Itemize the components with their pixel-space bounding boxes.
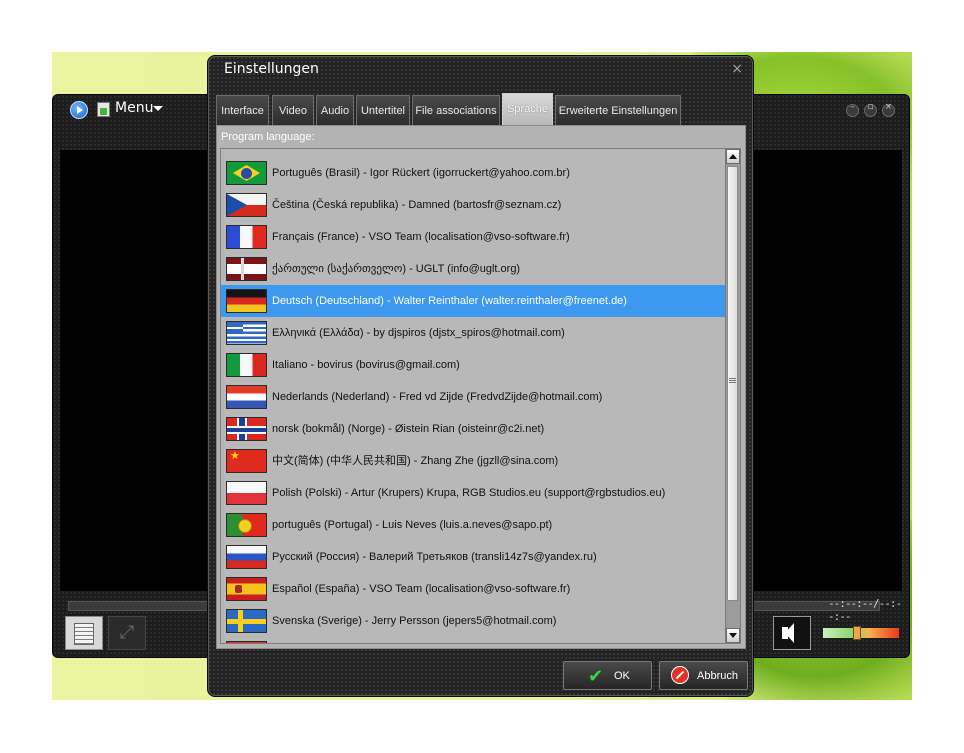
language-label: Čeština (Česká republika) - Damned (bart… bbox=[272, 199, 562, 211]
flag-cn-icon bbox=[226, 449, 267, 473]
flag-gr-icon bbox=[226, 321, 267, 345]
language-label: Français (France) - VSO Team (localisati… bbox=[272, 231, 570, 243]
language-label: norsk (bokmål) (Norge) - Øistein Rian (o… bbox=[272, 423, 545, 435]
minimize-icon[interactable]: – bbox=[846, 102, 859, 117]
player-menu-button[interactable]: Menu bbox=[115, 100, 153, 116]
language-list-item[interactable]: Svenska (Sverige) - Jerry Persson (jeper… bbox=[221, 605, 726, 637]
volume-icon[interactable] bbox=[773, 616, 811, 650]
ok-button[interactable]: ✔ OK bbox=[563, 661, 652, 690]
flag-cz-icon bbox=[226, 193, 267, 217]
language-list-item[interactable]: Ελληνικά (Ελλάδα) - by djspiros (djstx_s… bbox=[221, 317, 726, 349]
scroll-up-icon[interactable] bbox=[726, 149, 740, 164]
language-list-item[interactable]: Polish (Polski) - Artur (Krupers) Krupa,… bbox=[221, 477, 726, 509]
tab-audio[interactable]: Audio bbox=[316, 95, 354, 125]
language-list[interactable]: Português (Brasil) - Igor Rückert (igorr… bbox=[220, 148, 741, 644]
language-label: Русский (Россия) - Валерий Третьяков (tr… bbox=[272, 551, 597, 563]
flag-ge-icon bbox=[226, 257, 267, 281]
close-icon[interactable]: × bbox=[882, 102, 895, 117]
cancel-icon bbox=[671, 666, 689, 684]
flag-it-icon bbox=[226, 353, 267, 377]
flag-se-icon bbox=[226, 609, 267, 633]
flag-fr-icon bbox=[226, 225, 267, 249]
language-label: Deutsch (Deutschland) - Walter Reinthale… bbox=[272, 295, 627, 307]
flag-pl-icon bbox=[226, 481, 267, 505]
language-label: 中文(简体) (中华人民共和国) - Zhang Zhe (jgzll@sina… bbox=[272, 455, 559, 467]
ok-button-label: OK bbox=[614, 670, 630, 682]
language-list-item[interactable]: Português (Brasil) - Igor Rückert (igorr… bbox=[221, 157, 726, 189]
settings-dialog: Einstellungen × Interface Video Audio Un… bbox=[207, 55, 754, 697]
language-list-item[interactable]: Čeština (Česká republika) - Damned (bart… bbox=[221, 189, 726, 221]
program-language-label: Program language: bbox=[221, 131, 315, 143]
language-list-item[interactable]: Русский (Россия) - Валерий Третьяков (tr… bbox=[221, 541, 726, 573]
player-logo-icon[interactable] bbox=[70, 101, 88, 119]
time-display: --:--:--/--:--:-- bbox=[828, 597, 902, 623]
dialog-title: Einstellungen bbox=[224, 61, 319, 77]
maximize-icon[interactable]: ▫ bbox=[864, 102, 877, 117]
language-list-item[interactable]: 中文(简体) (中华人民共和国) - Zhang Zhe (jgzll@sina… bbox=[221, 445, 726, 477]
language-panel: Program language: Português (Brasil) - I… bbox=[216, 125, 746, 649]
language-list-item[interactable]: Français (France) - VSO Team (localisati… bbox=[221, 221, 726, 253]
volume-slider-handle[interactable] bbox=[853, 626, 861, 640]
language-list-item[interactable]: Nederlands (Nederland) - Fred vd Zijde (… bbox=[221, 381, 726, 413]
language-label: Polish (Polski) - Artur (Krupers) Krupa,… bbox=[272, 487, 666, 499]
tab-video[interactable]: Video bbox=[272, 95, 314, 125]
chevron-down-icon[interactable] bbox=[153, 106, 163, 111]
flag-no-icon bbox=[226, 417, 267, 441]
language-label: Português (Brasil) - Igor Rückert (igorr… bbox=[272, 167, 570, 179]
language-label: Ελληνικά (Ελλάδα) - by djspiros (djstx_s… bbox=[272, 327, 565, 339]
flag-es-icon bbox=[226, 577, 267, 601]
tab-file-associations[interactable]: File associations bbox=[412, 95, 500, 125]
language-list-item[interactable] bbox=[221, 637, 726, 643]
language-list-item[interactable]: norsk (bokmål) (Norge) - Øistein Rian (o… bbox=[221, 413, 726, 445]
language-list-item[interactable]: Italiano - bovirus (bovirus@gmail.com) bbox=[221, 349, 726, 381]
volume-slider[interactable] bbox=[823, 626, 899, 640]
language-list-item[interactable]: Español (España) - VSO Team (localisatio… bbox=[221, 573, 726, 605]
scroll-down-icon[interactable] bbox=[726, 628, 740, 643]
language-list-item[interactable]: Deutsch (Deutschland) - Walter Reinthale… bbox=[221, 285, 726, 317]
language-label: Italiano - bovirus (bovirus@gmail.com) bbox=[272, 359, 460, 371]
language-label: português (Portugal) - Luis Neves (luis.… bbox=[272, 519, 553, 531]
language-label: Nederlands (Nederland) - Fred vd Zijde (… bbox=[272, 391, 603, 403]
grip-icon bbox=[729, 378, 736, 384]
flag-ar-icon bbox=[226, 641, 267, 643]
close-icon[interactable]: × bbox=[731, 61, 743, 77]
tab-interface[interactable]: Interface bbox=[216, 95, 269, 125]
flag-nl-icon bbox=[226, 385, 267, 409]
flag-de-icon bbox=[226, 289, 267, 313]
cancel-button[interactable]: Abbruch bbox=[659, 661, 748, 690]
tab-untertitel[interactable]: Untertitel bbox=[356, 95, 410, 125]
menu-icon[interactable] bbox=[97, 102, 110, 117]
tab-sprache[interactable]: Sprache bbox=[502, 93, 553, 125]
language-list-item[interactable]: ქართული (საქართველო) - UGLT (info@uglt.o… bbox=[221, 253, 726, 285]
checkmark-icon: ✔ bbox=[588, 666, 604, 686]
language-label: Español (España) - VSO Team (localisatio… bbox=[272, 583, 571, 595]
language-list-item[interactable]: português (Portugal) - Luis Neves (luis.… bbox=[221, 509, 726, 541]
scrollbar-thumb[interactable] bbox=[727, 166, 738, 601]
flag-pt-icon bbox=[226, 513, 267, 537]
language-label: ქართული (საქართველო) - UGLT (info@uglt.o… bbox=[272, 263, 521, 275]
flag-br-icon bbox=[226, 161, 267, 185]
fullscreen-icon[interactable]: ⤢ bbox=[108, 616, 146, 650]
scrollbar[interactable] bbox=[725, 149, 740, 643]
cancel-button-label: Abbruch bbox=[697, 670, 738, 682]
language-label: Svenska (Sverige) - Jerry Persson (jeper… bbox=[272, 615, 557, 627]
playlist-icon[interactable] bbox=[65, 616, 103, 650]
flag-ru-icon bbox=[226, 545, 267, 569]
tab-erweiterte-einstellungen[interactable]: Erweiterte Einstellungen bbox=[555, 95, 681, 125]
